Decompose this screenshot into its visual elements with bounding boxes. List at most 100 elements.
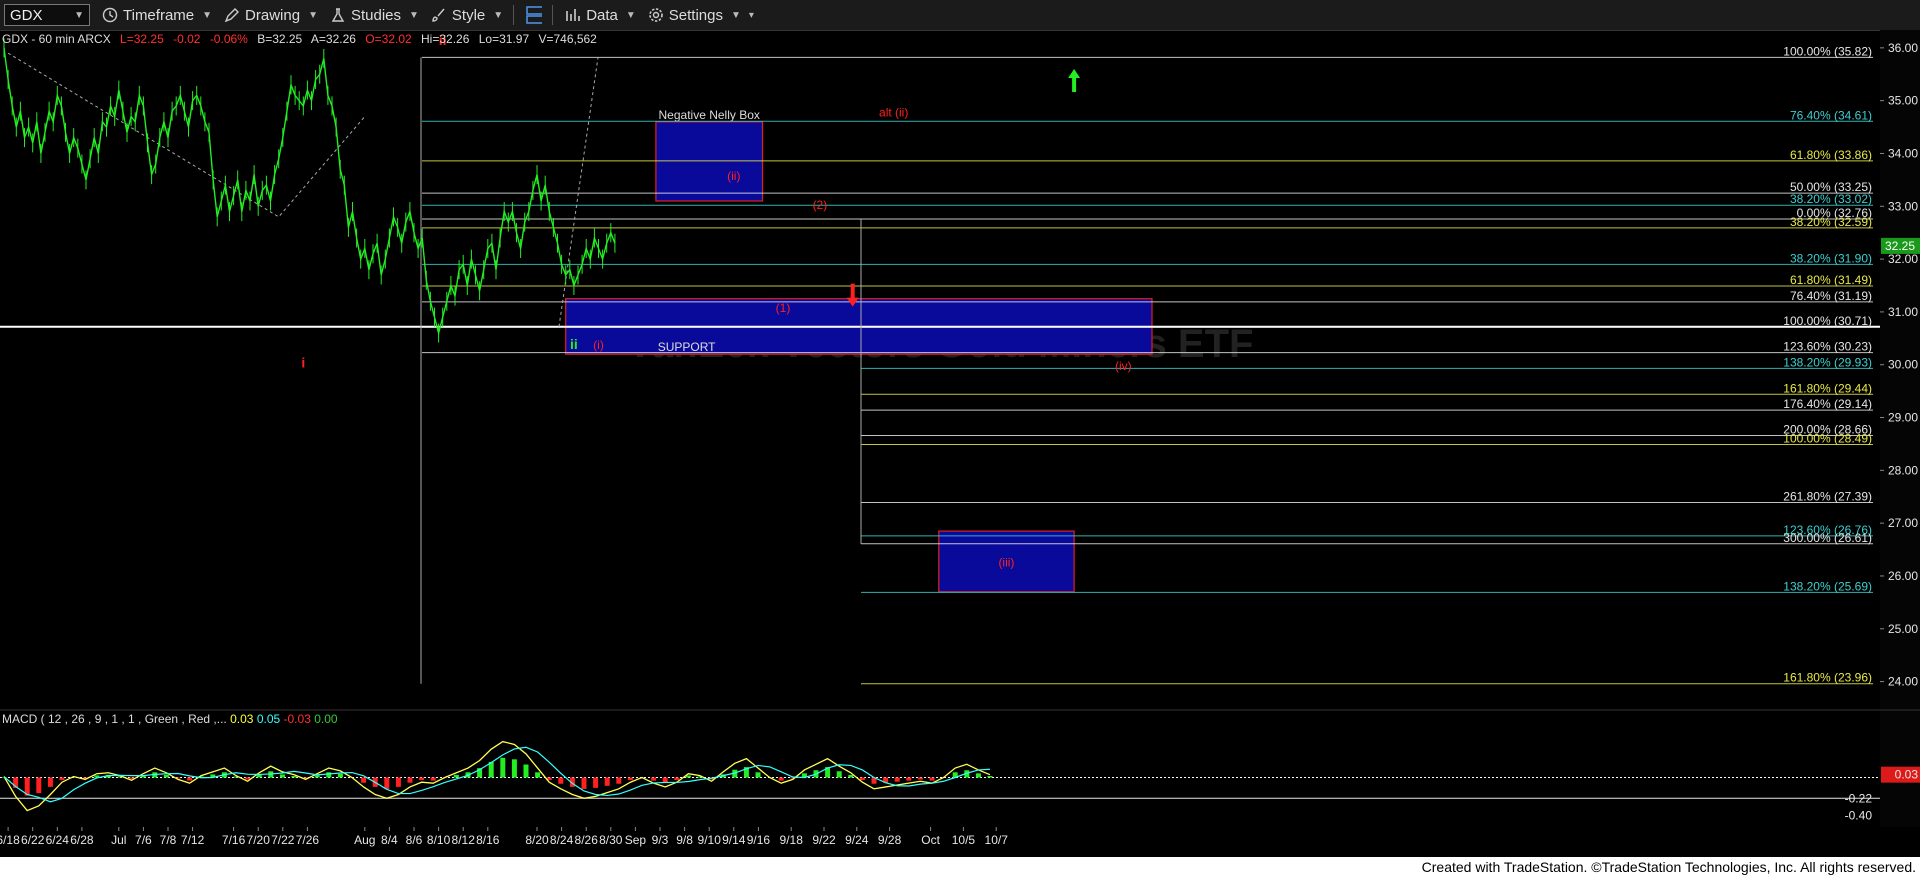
last-price: L=32.25 [120, 32, 164, 46]
toolbar-divider [552, 5, 554, 25]
fib-level-label: 138.20% (25.69) [1783, 579, 1872, 593]
x-tick-label: 9/16 [747, 833, 771, 847]
x-tick-label: 9/22 [812, 833, 836, 847]
footer-bar: Created with TradeStation. ©TradeStation… [0, 857, 1920, 877]
copyright-credit: Created with TradeStation. ©TradeStation… [1421, 859, 1916, 875]
x-tick-label: 7/8 [160, 833, 177, 847]
fib-level-label: 300.00% (26.61) [1783, 531, 1872, 545]
ask-price: A=32.26 [310, 32, 356, 46]
x-tick-label: 7/6 [135, 833, 152, 847]
x-tick-label: 7/26 [296, 833, 320, 847]
x-tick-label: 9/18 [780, 833, 804, 847]
fib-level-label: 38.20% (33.02) [1790, 192, 1872, 206]
y-tick-label: 28.00 [1888, 463, 1918, 477]
studies-menu[interactable]: Studies ▼ [330, 7, 419, 24]
toolbar: GDX ▼ Timeframe ▼ Drawing ▼ Studies ▼ St… [0, 0, 1920, 31]
x-tick-label: 9/14 [722, 833, 746, 847]
pen-icon [224, 7, 240, 23]
fib-level-label: 100.00% (35.82) [1783, 44, 1872, 58]
timeframe-label: Timeframe [123, 6, 195, 24]
x-tick-label: 8/26 [575, 833, 599, 847]
fib-level-label: 61.80% (31.49) [1790, 273, 1872, 287]
fib-level-label: 38.20% (32.59) [1790, 215, 1872, 229]
bar-chart-icon [565, 7, 581, 23]
macd-label: MACD ( 12 , 26 , 9 , 1 , 1 , Green , Red… [2, 712, 227, 726]
symbol-value: GDX [10, 6, 43, 24]
fib-level-label: 161.80% (29.44) [1783, 381, 1872, 395]
high-price: Hi=32.26 [421, 32, 470, 46]
fib-level-label: 176.40% (29.14) [1783, 397, 1872, 411]
x-tick-label: 9/3 [652, 833, 669, 847]
symbol-info-line: GDX - 60 min ARCX L=32.25 -0.02 -0.06% B… [2, 32, 603, 46]
data-label: Data [586, 6, 618, 24]
fib-level-label: 123.60% (30.23) [1783, 340, 1872, 354]
macd-signal-line [3, 746, 991, 803]
chevron-down-icon: ▼ [202, 9, 213, 21]
wave-label: i [301, 354, 305, 370]
y-tick-label: 35.00 [1888, 94, 1918, 108]
macd-tick-label: -0.22 [1845, 791, 1873, 805]
fib-level-label: 138.20% (29.93) [1783, 355, 1872, 369]
x-tick-label: 7/20 [247, 833, 271, 847]
x-tick-label: 9/10 [698, 833, 722, 847]
y-tick-label: 27.00 [1888, 516, 1918, 530]
wave-label: (1) [776, 301, 791, 315]
x-tick-label: 6/18 [0, 833, 20, 847]
fib-level-label: 76.40% (34.61) [1790, 108, 1872, 122]
data-menu[interactable]: Data ▼ [565, 7, 636, 24]
x-tick-label: 8/24 [550, 833, 574, 847]
x-tick-label: Jul [111, 833, 126, 847]
x-tick-label: 8/16 [476, 833, 500, 847]
y-tick-label: 33.00 [1888, 199, 1918, 213]
last-price-label: 32.25 [1885, 239, 1915, 253]
settings-label: Settings [668, 6, 723, 24]
y-tick-label: 29.00 [1888, 411, 1918, 425]
chevron-down-icon: ▼ [308, 9, 318, 21]
box-label: SUPPORT [658, 340, 716, 354]
price-series-line [3, 47, 616, 336]
fib-level-label: 76.40% (31.19) [1790, 289, 1872, 303]
chevron-down-icon: ▼ [409, 9, 419, 21]
x-tick-label: Aug [354, 833, 375, 847]
fib-level-label: 261.80% (27.39) [1783, 490, 1872, 504]
flask-icon [330, 7, 346, 23]
x-tick-label: 6/22 [21, 833, 45, 847]
x-tick-label: 9/8 [676, 833, 693, 847]
fib-level-label: 61.80% (33.86) [1790, 148, 1872, 162]
drawing-label: Drawing [245, 6, 301, 24]
bid-price: B=32.25 [257, 32, 303, 46]
x-tick-label: Oct [921, 833, 940, 847]
y-tick-label: 26.00 [1888, 569, 1918, 583]
wave-label: (iv) [1115, 359, 1132, 373]
chevron-down-icon: ▼ [730, 9, 741, 21]
symbol-interval: GDX - 60 min ARCX [2, 32, 111, 46]
y-tick-label: 34.00 [1888, 146, 1918, 160]
x-tick-label: 6/24 [46, 833, 70, 847]
x-tick-label: 9/24 [845, 833, 869, 847]
symbol-selector[interactable]: GDX ▼ [4, 4, 90, 26]
settings-menu[interactable]: Settings ▼ ▾ [648, 7, 754, 24]
macd-value: 0.03 [230, 712, 254, 726]
y-tick-label: 32.00 [1888, 252, 1918, 266]
x-tick-label: 10/5 [952, 833, 976, 847]
clock-icon [102, 7, 118, 23]
wave-label: (i) [593, 338, 604, 352]
net-change: -0.02 [173, 32, 201, 46]
y-tick-label: 30.00 [1888, 358, 1918, 372]
drawing-menu[interactable]: Drawing ▼ [224, 7, 318, 24]
timeframe-menu[interactable]: Timeframe ▼ [102, 7, 212, 24]
studies-label: Studies [350, 6, 402, 24]
y-tick-label: 36.00 [1888, 41, 1918, 55]
up-arrow-icon [1068, 68, 1081, 92]
chevron-down-icon: ▼ [625, 9, 636, 21]
layout-icon [526, 6, 543, 24]
price-chart[interactable]: VanEck Vectors Gold Miners ETF36.0035.00… [0, 30, 1920, 857]
fib-level-label: 38.20% (31.90) [1790, 251, 1872, 265]
layout-button[interactable] [526, 6, 543, 24]
style-menu[interactable]: Style ▼ [431, 7, 503, 24]
fib-level-label: 161.80% (23.96) [1783, 671, 1872, 685]
pct-change: -0.06% [209, 32, 248, 46]
x-tick-label: 8/4 [381, 833, 398, 847]
chevron-down-icon: ▼ [74, 9, 84, 21]
target-box [655, 121, 764, 202]
